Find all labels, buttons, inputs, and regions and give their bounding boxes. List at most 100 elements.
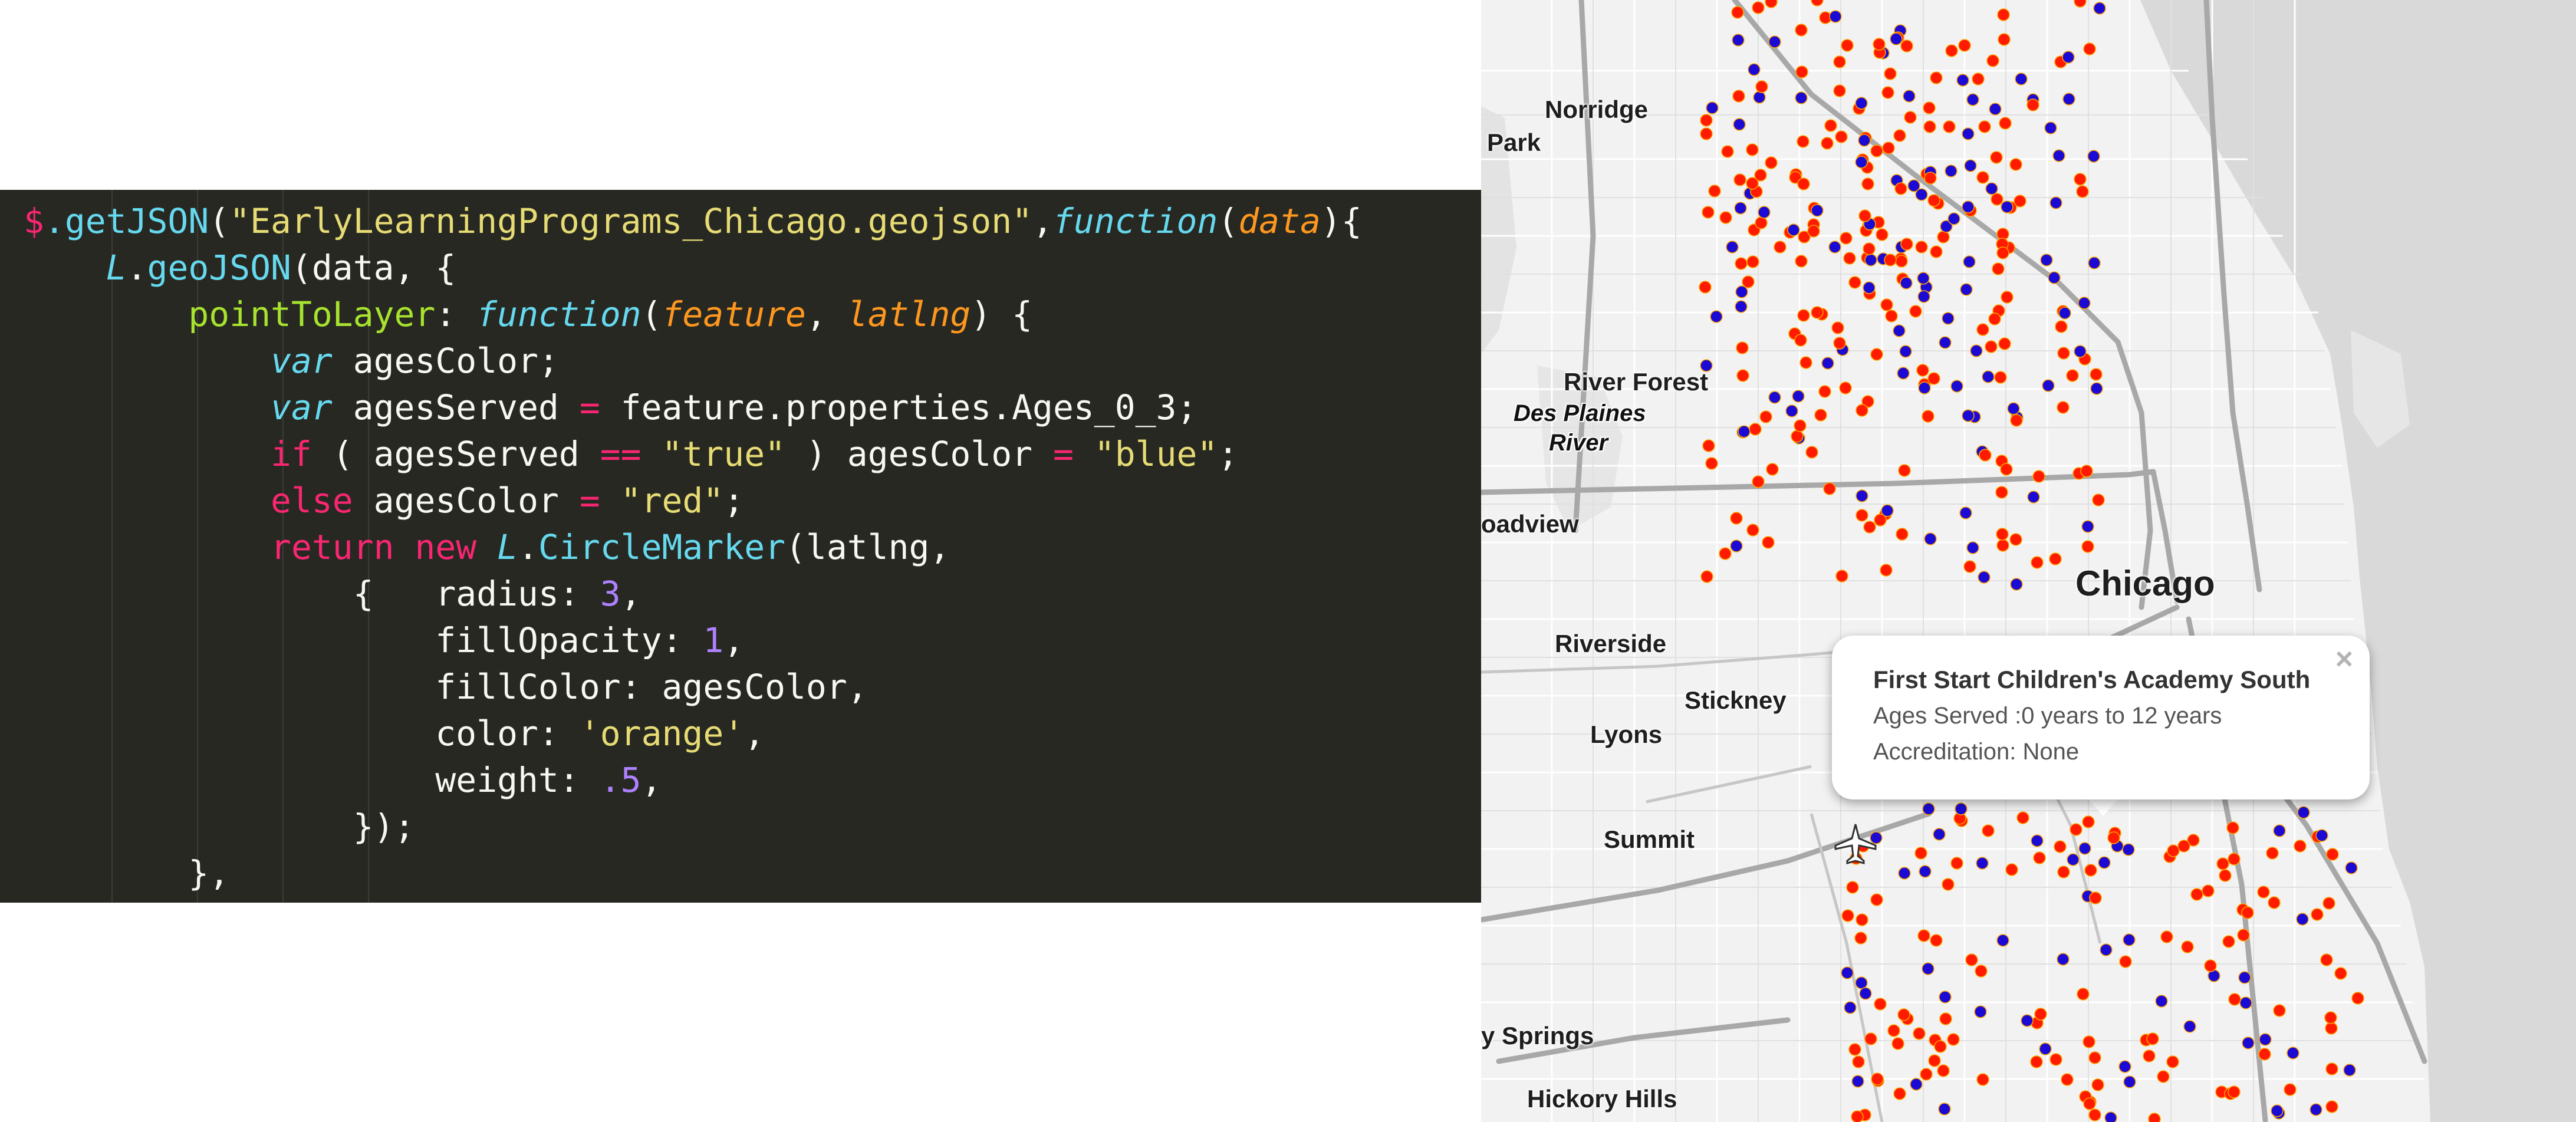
program-marker[interactable] — [1749, 423, 1762, 436]
code-line[interactable]: }, — [24, 850, 1362, 897]
program-marker[interactable] — [2271, 1104, 2284, 1117]
program-marker[interactable] — [2090, 382, 2103, 395]
program-marker[interactable] — [1795, 65, 1808, 78]
code-line[interactable]: weight: .5, — [24, 757, 1362, 804]
program-marker[interactable] — [2157, 1070, 2170, 1083]
program-marker[interactable] — [2078, 297, 2091, 310]
program-marker[interactable] — [1882, 142, 1895, 154]
program-marker[interactable] — [1881, 504, 1894, 517]
program-marker[interactable] — [1976, 323, 1989, 336]
program-marker[interactable] — [2074, 345, 2087, 358]
program-marker[interactable] — [1887, 1024, 1900, 1037]
program-marker[interactable] — [1848, 276, 1861, 289]
program-marker[interactable] — [1839, 381, 1852, 394]
program-marker[interactable] — [2083, 1097, 2096, 1110]
program-marker[interactable] — [1858, 209, 1871, 222]
program-marker[interactable] — [1976, 857, 1989, 870]
program-marker[interactable] — [2057, 953, 2070, 966]
program-marker[interactable] — [2239, 996, 2252, 1009]
program-marker[interactable] — [1927, 194, 1940, 207]
program-marker[interactable] — [1917, 290, 1930, 303]
program-marker[interactable] — [2259, 1033, 2272, 1046]
program-marker[interactable] — [1960, 283, 1973, 296]
program-marker[interactable] — [1762, 536, 1775, 549]
program-marker[interactable] — [1927, 372, 1940, 385]
program-marker[interactable] — [1893, 129, 1906, 142]
program-marker[interactable] — [1884, 67, 1897, 80]
program-marker[interactable] — [2183, 1020, 2196, 1033]
program-marker[interactable] — [1766, 463, 1779, 476]
program-marker[interactable] — [1873, 38, 1886, 51]
program-marker[interactable] — [1870, 348, 1883, 361]
program-marker[interactable] — [1702, 206, 1715, 219]
program-marker[interactable] — [2098, 856, 2111, 869]
program-marker[interactable] — [1758, 206, 1771, 219]
program-marker[interactable] — [1818, 385, 1831, 398]
program-marker[interactable] — [1841, 909, 1854, 922]
program-marker[interactable] — [2118, 1060, 2131, 1073]
program-marker[interactable] — [1795, 24, 1808, 37]
program-marker[interactable] — [1730, 539, 1743, 552]
program-marker[interactable] — [2048, 271, 2061, 284]
program-marker[interactable] — [1700, 114, 1713, 127]
program-marker[interactable] — [1999, 117, 2012, 130]
program-marker[interactable] — [2081, 520, 2094, 533]
program-marker[interactable] — [1864, 1032, 1877, 1045]
program-marker[interactable] — [1976, 1073, 1989, 1086]
program-marker[interactable] — [1700, 127, 1713, 140]
program-marker[interactable] — [2054, 840, 2067, 853]
program-marker[interactable] — [1700, 570, 1713, 583]
program-marker[interactable] — [1705, 457, 1718, 470]
code-line[interactable]: color: 'orange', — [24, 710, 1362, 757]
program-marker[interactable] — [1897, 1008, 1910, 1021]
program-marker[interactable] — [1963, 255, 1976, 268]
program-marker[interactable] — [1998, 337, 2011, 350]
program-marker[interactable] — [2226, 821, 2239, 834]
program-marker[interactable] — [2044, 121, 2057, 134]
program-marker[interactable] — [1753, 91, 1766, 104]
program-marker[interactable] — [1985, 340, 1998, 353]
program-marker[interactable] — [1991, 193, 2003, 206]
program-marker[interactable] — [2007, 402, 2020, 415]
program-marker[interactable] — [2204, 959, 2217, 972]
program-marker[interactable] — [1721, 145, 1734, 158]
program-marker[interactable] — [1945, 164, 1958, 177]
program-marker[interactable] — [1792, 390, 1805, 403]
program-marker[interactable] — [2177, 840, 2190, 853]
code-line[interactable]: var agesServed = feature.properties.Ages… — [24, 384, 1362, 431]
code-editor[interactable]: $.getJSON("EarlyLearningPrograms_Chicago… — [0, 190, 1481, 903]
program-marker[interactable] — [2324, 1011, 2337, 1024]
program-marker[interactable] — [2066, 369, 2079, 382]
code-line[interactable]: fillColor: agesColor, — [24, 664, 1362, 710]
program-marker[interactable] — [2257, 886, 2270, 899]
program-marker[interactable] — [1823, 482, 1836, 495]
program-marker[interactable] — [1876, 228, 1889, 241]
program-marker[interactable] — [1746, 143, 1759, 156]
program-marker[interactable] — [2258, 1048, 2271, 1061]
program-marker[interactable] — [2104, 1111, 2117, 1122]
program-marker[interactable] — [2146, 1032, 2159, 1045]
program-marker[interactable] — [1752, 475, 1765, 488]
program-marker[interactable] — [1736, 369, 1749, 382]
program-marker[interactable] — [1765, 156, 1778, 169]
program-marker[interactable] — [1799, 356, 1812, 369]
code-line[interactable]: }); — [24, 804, 1362, 850]
program-marker[interactable] — [1950, 857, 1963, 870]
program-marker[interactable] — [1917, 929, 1930, 942]
program-marker[interactable] — [2055, 320, 2068, 333]
program-marker[interactable] — [2143, 1049, 2156, 1062]
program-marker[interactable] — [2057, 347, 2070, 360]
program-marker[interactable] — [2202, 884, 2215, 897]
program-marker[interactable] — [1774, 241, 1787, 254]
program-marker[interactable] — [1855, 156, 1868, 169]
program-marker[interactable] — [1966, 93, 1979, 106]
program-marker[interactable] — [2009, 533, 2022, 546]
program-marker[interactable] — [1947, 1033, 1960, 1046]
program-marker[interactable] — [1923, 120, 1936, 133]
program-marker[interactable] — [2216, 857, 2229, 870]
program-marker[interactable] — [2001, 200, 2014, 213]
program-marker[interactable] — [1746, 255, 1759, 268]
program-marker[interactable] — [1928, 1054, 1941, 1067]
program-marker[interactable] — [2219, 869, 2232, 882]
program-marker[interactable] — [2070, 823, 2082, 836]
